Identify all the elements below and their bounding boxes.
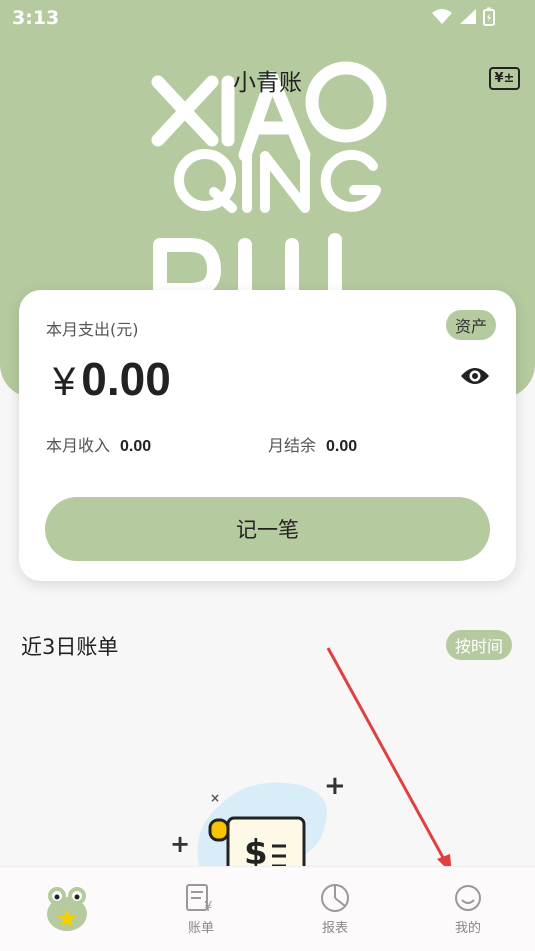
battery-icon (483, 7, 495, 26)
calculator-button[interactable]: ¥± (489, 67, 520, 90)
svg-text:$: $ (244, 833, 268, 870)
record-entry-button[interactable]: 记一笔 (45, 497, 490, 561)
recent-bills-title: 近3日账单 (21, 635, 119, 659)
wifi-icon (432, 9, 452, 24)
tab-bills[interactable]: ¥ 账单 (134, 867, 268, 951)
tab-home[interactable] (0, 867, 134, 951)
status-icons (431, 7, 495, 26)
smiley-icon (455, 885, 481, 911)
tab-mine[interactable]: 我的 (401, 867, 535, 951)
empty-bills-illustration: + + × $ (170, 771, 346, 870)
monthly-summary-card: 本月支出(元) 资产 ¥ 0.00 本月收入 0.00 月结余 0.00 记一笔 (19, 290, 516, 581)
svg-text:+: + (170, 830, 190, 858)
frog-mascot-icon (47, 886, 87, 931)
tab-mine-label: 我的 (454, 921, 481, 936)
monthly-income: 本月收入 0.00 (46, 432, 151, 456)
income-value: 0.00 (120, 438, 152, 455)
currency-symbol: ¥ (53, 360, 76, 404)
svg-text:¥: ¥ (204, 900, 212, 913)
monthly-expense-amount: ¥ 0.00 (53, 352, 171, 406)
sort-by-time-button[interactable]: 按时间 (446, 630, 513, 660)
pie-chart-icon (321, 884, 349, 912)
signal-icon (460, 9, 476, 24)
balance-label: 月结余 (268, 436, 317, 455)
tab-reports[interactable]: 报表 (268, 867, 402, 951)
monthly-balance: 月结余 0.00 (268, 432, 357, 456)
status-bar: 3:13 (0, 0, 535, 36)
svg-text:+: + (324, 771, 346, 801)
expense-value: 0.00 (81, 353, 171, 405)
assets-button[interactable]: 资产 (445, 310, 496, 340)
app-title: 小青账 (233, 70, 302, 96)
tab-bills-label: 账单 (187, 921, 214, 936)
bill-icon: ¥ (186, 884, 212, 913)
income-label: 本月收入 (46, 436, 111, 455)
eye-icon[interactable] (460, 366, 490, 386)
svg-text:×: × (210, 791, 220, 805)
status-time: 3:13 (12, 7, 60, 29)
balance-value: 0.00 (326, 438, 358, 455)
monthly-expense-label: 本月支出(元) (46, 320, 139, 339)
tab-reports-label: 报表 (321, 921, 348, 936)
bottom-tab-bar: ¥ 账单 报表 我的 (0, 866, 535, 951)
